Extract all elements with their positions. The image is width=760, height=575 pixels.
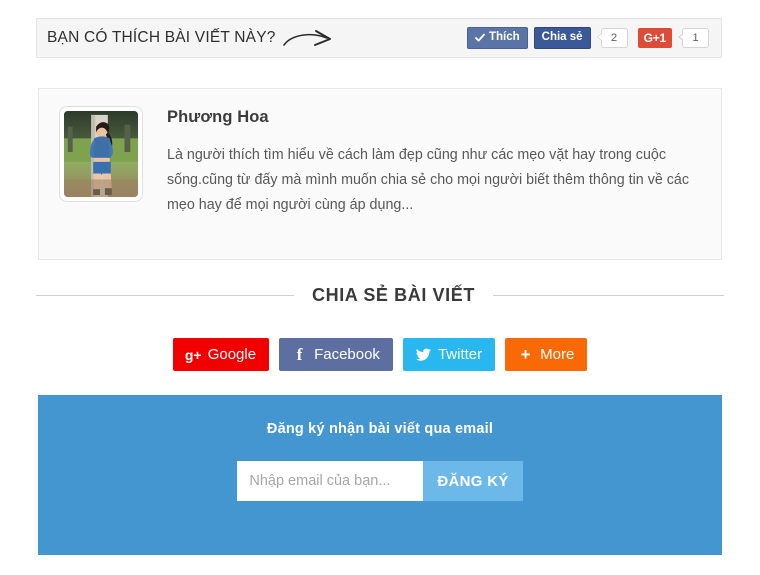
share-more-label: More bbox=[540, 346, 575, 363]
facebook-like-label: Thích bbox=[488, 31, 520, 44]
subscribe-form: ĐĂNG KÝ bbox=[38, 461, 722, 501]
google-plus-one-label: G+1 bbox=[643, 31, 667, 45]
like-bar: BẠN CÓ THÍCH BÀI VIẾT NÀY? Thích Chia sẻ… bbox=[36, 18, 722, 58]
author-text-block: Phương Hoa Là người thích tìm hiểu về cá… bbox=[167, 106, 701, 242]
facebook-like-button[interactable]: Thích bbox=[466, 27, 528, 49]
author-name: Phương Hoa bbox=[167, 108, 269, 126]
google-plus-one-count: 1 bbox=[678, 28, 709, 48]
share-twitter-button[interactable]: Twitter bbox=[402, 338, 496, 371]
social-counter-cluster: Thích Chia sẻ 2 G+1 1 bbox=[466, 27, 709, 49]
share-google-label: Google bbox=[207, 346, 257, 363]
curved-arrow-right-icon bbox=[282, 29, 336, 51]
facebook-share-count: 2 bbox=[596, 28, 628, 48]
heading-rule-right bbox=[492, 295, 724, 296]
share-heading-text: CHIA SẺ BÀI VIẾT bbox=[312, 285, 475, 305]
author-avatar-photo bbox=[64, 111, 138, 197]
google-plus-glyph: g+ bbox=[184, 346, 202, 363]
google-plus-one-button[interactable]: G+1 bbox=[637, 28, 672, 48]
subscribe-submit-button[interactable]: ĐĂNG KÝ bbox=[423, 461, 523, 501]
facebook-share-button[interactable]: Chia sẻ bbox=[533, 27, 591, 49]
author-card: Phương Hoa Là người thích tìm hiểu về cá… bbox=[38, 88, 722, 260]
article-footer-page: BẠN CÓ THÍCH BÀI VIẾT NÀY? Thích Chia sẻ… bbox=[0, 0, 760, 575]
avatar bbox=[59, 106, 143, 202]
share-buttons-row: g+ Google f Facebook Twitter + More bbox=[0, 338, 760, 371]
plus-icon: + bbox=[518, 345, 533, 364]
subscribe-title: Đăng ký nhận bài viết qua email bbox=[266, 421, 494, 437]
plus-glyph: + bbox=[520, 345, 531, 364]
facebook-glyph: f bbox=[296, 345, 303, 364]
subscribe-panel: Đăng ký nhận bài viết qua email ĐĂNG KÝ bbox=[38, 395, 722, 555]
heading-rule-left bbox=[36, 295, 294, 296]
facebook-share-label: Chia sẻ bbox=[541, 31, 583, 44]
share-section-heading: CHIA SẺ BÀI VIẾT bbox=[36, 285, 724, 306]
share-facebook-button[interactable]: f Facebook bbox=[279, 338, 393, 371]
checkmark-icon bbox=[475, 33, 485, 43]
author-bio: Là người thích tìm hiểu về cách làm đẹp … bbox=[167, 147, 690, 213]
share-google-button[interactable]: g+ Google bbox=[172, 338, 270, 371]
share-twitter-label: Twitter bbox=[437, 346, 483, 363]
share-more-button[interactable]: + More bbox=[505, 338, 588, 371]
email-input[interactable] bbox=[237, 461, 424, 501]
twitter-bird-icon bbox=[415, 347, 431, 362]
like-bar-title: BẠN CÓ THÍCH BÀI VIẾT NÀY? bbox=[47, 29, 276, 46]
facebook-icon: f bbox=[292, 345, 307, 364]
share-facebook-label: Facebook bbox=[314, 346, 380, 363]
google-plus-icon: g+ bbox=[184, 346, 202, 363]
